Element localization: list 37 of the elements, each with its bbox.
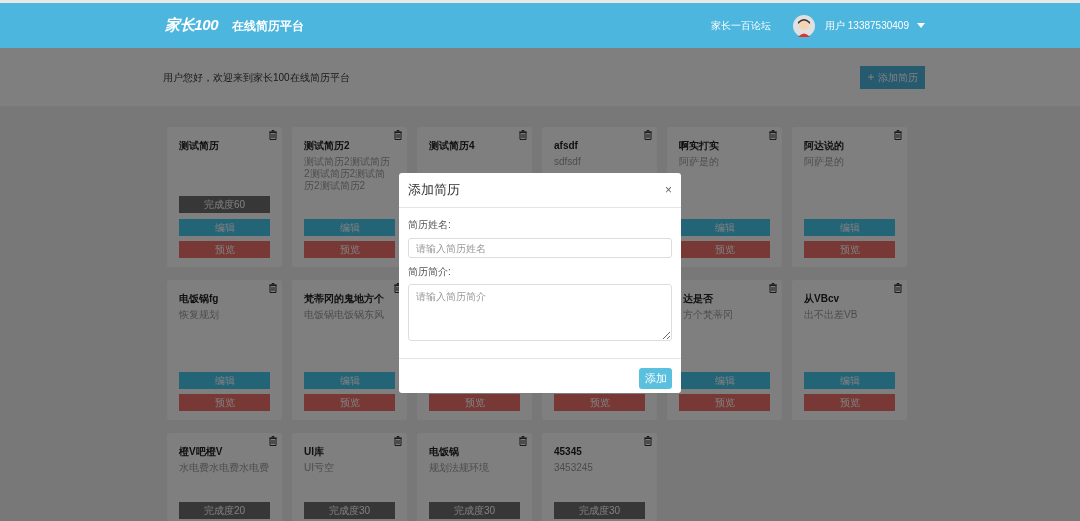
card-title: 测试简历 [179,139,220,153]
logo: 家长100 [165,15,219,36]
card-title: 电饭锅 [429,445,460,459]
edit-button[interactable]: 编辑 [679,219,770,236]
edit-button[interactable]: 编辑 [679,372,770,389]
edit-button[interactable]: 编辑 [804,219,895,236]
card-title: 橙V吧橙V [179,445,224,459]
close-button[interactable]: × [665,181,672,199]
edit-button[interactable]: 编辑 [304,372,395,389]
card-title: 测试简历4 [429,139,476,153]
avatar-icon[interactable] [793,14,816,37]
card-title: 达是否 [683,292,714,306]
card-title: UI库 [304,445,325,459]
field-label: 简历姓名: [408,218,452,232]
card-title: 电饭锅fg [179,292,220,306]
card-title: 梵蒂冈的鬼地方个 [304,292,385,306]
input-field[interactable]: 请输入简历姓名 [408,238,672,258]
plus-icon [867,74,874,80]
add-resume-button[interactable]: 添加简历 [860,65,925,89]
card-title: 45345 [554,445,583,459]
submit-button[interactable]: 添加 [639,368,672,389]
card-title: 阿达说的 [804,139,845,153]
edit-button[interactable]: 编辑 [179,219,270,236]
edit-button[interactable]: 编辑 [179,372,270,389]
edit-button[interactable]: 编辑 [304,219,395,236]
edit-button[interactable]: 编辑 [804,372,895,389]
welcome-text: 用户您好，欢迎来到家长100在线简历平台 [163,70,350,85]
field-label: 简历简介: [408,265,452,279]
forum-link[interactable]: 家长一百论坛 [711,18,772,33]
card-title: 从VBcv [804,292,840,306]
card-title: 测试简历2 [304,139,351,153]
dialog-title: 添加简历 [408,181,460,200]
site-title: 在线简历平台 [232,17,305,35]
card-title: 啊实打实 [679,139,720,153]
textarea-field[interactable]: 请输入简历简介 [408,284,672,341]
card-title: afsdf [554,139,579,153]
user-menu[interactable]: 用户 13387530409 [825,18,909,33]
